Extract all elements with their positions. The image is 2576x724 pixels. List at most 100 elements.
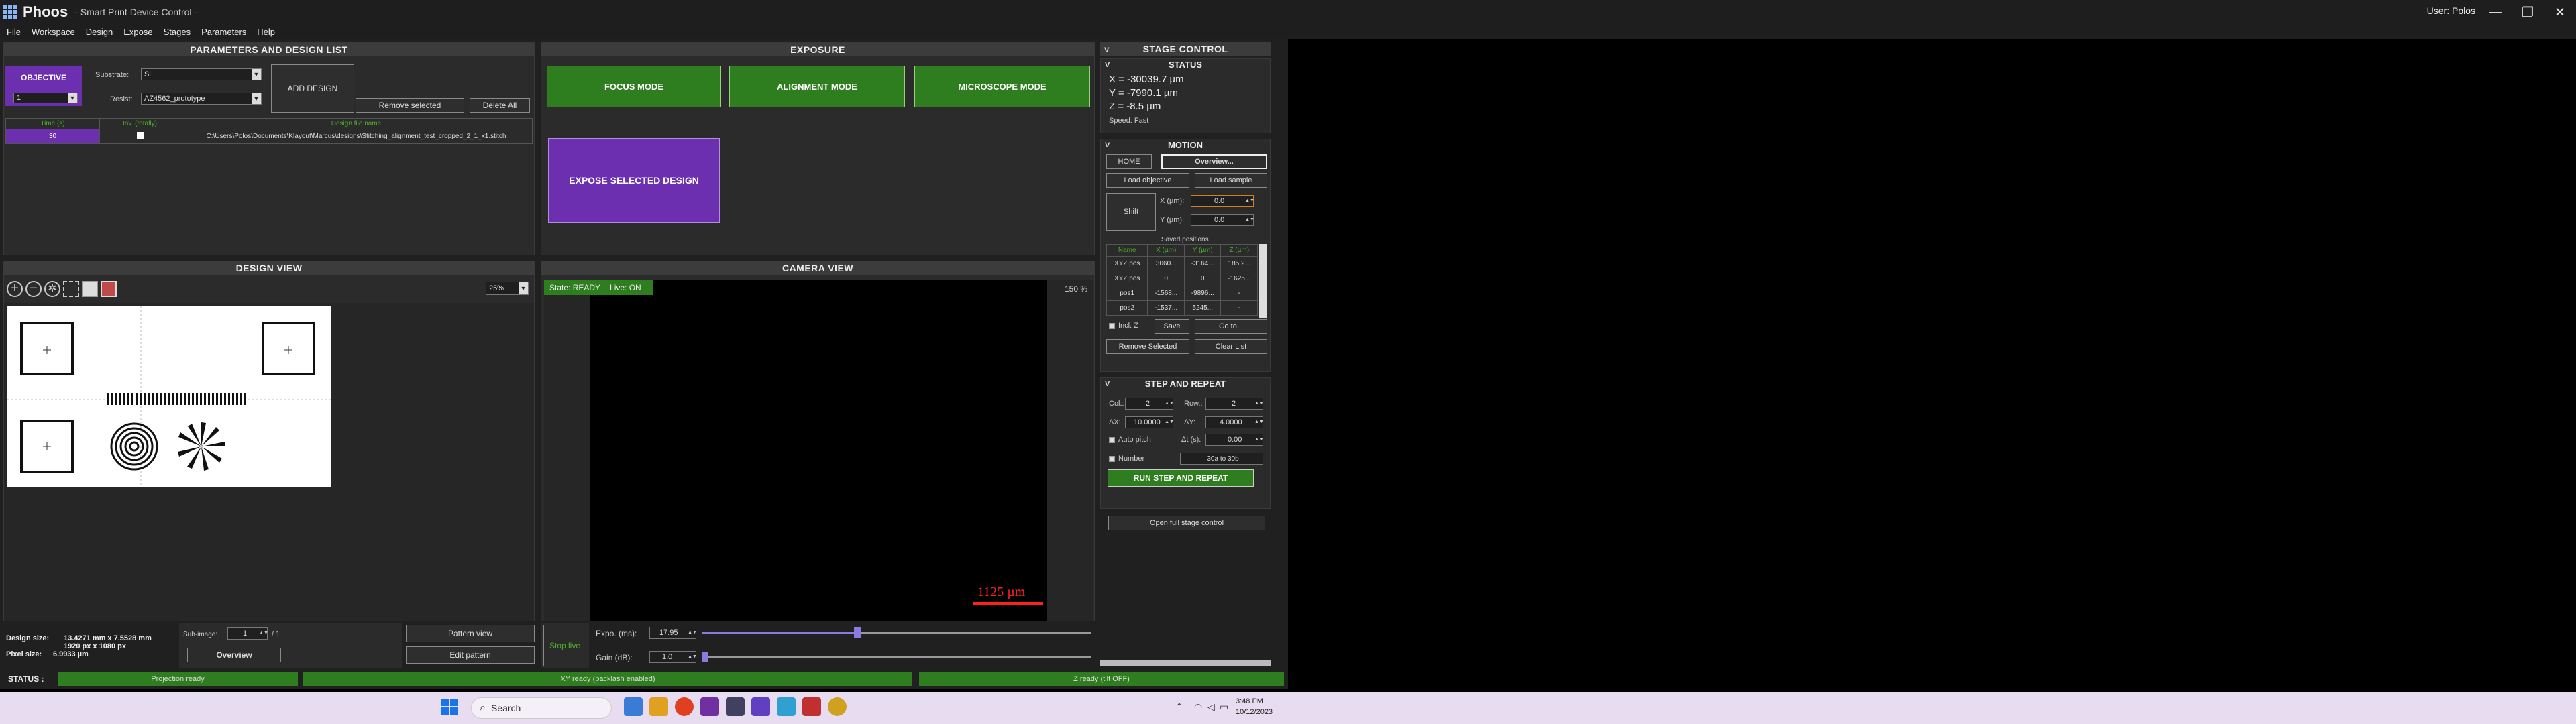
stage-scrollbar[interactable]: [1100, 660, 1271, 666]
resist-select[interactable]: AZ4562_prototype ▼: [141, 93, 262, 105]
save-icon[interactable]: [82, 281, 98, 297]
shift-y-input[interactable]: 0.0 ▲▼: [1191, 214, 1254, 226]
menu-stages[interactable]: Stages: [164, 27, 191, 37]
menu-help[interactable]: Help: [257, 27, 275, 37]
row-time[interactable]: 30: [5, 129, 100, 144]
collapse-chevron-icon[interactable]: V: [1105, 139, 1110, 152]
camera-feed[interactable]: [590, 280, 1047, 621]
phoos-taskbar-icon[interactable]: [726, 697, 745, 716]
spin-arrows-icon[interactable]: ▲▼: [688, 652, 697, 662]
design-zoom-select[interactable]: 25% ▼: [486, 282, 529, 295]
spin-arrows-icon[interactable]: ▲▼: [1245, 215, 1254, 225]
spin-arrows-icon[interactable]: ▲▼: [1254, 434, 1264, 445]
tool-icon[interactable]: [777, 697, 796, 716]
spin-arrows-icon[interactable]: ▲▼: [1254, 398, 1264, 409]
overview-button[interactable]: Overview: [187, 648, 281, 662]
zoom-out-icon[interactable]: −: [25, 281, 42, 297]
incl-z-checkbox[interactable]: [1109, 323, 1115, 329]
volume-icon[interactable]: ◁: [1208, 701, 1215, 713]
home-button[interactable]: HOME: [1106, 154, 1152, 169]
browser-icon[interactable]: [675, 697, 694, 716]
expose-selected-design-button[interactable]: EXPOSE SELECTED DESIGN: [548, 138, 720, 223]
select-region-icon[interactable]: [63, 281, 79, 297]
expo-input[interactable]: 17.95 ▲▼: [649, 627, 697, 639]
substrate-select[interactable]: Si ▼: [141, 68, 262, 80]
gain-input[interactable]: 1.0 ▲▼: [649, 651, 697, 663]
shift-x-input[interactable]: 0.0 ▲▼: [1191, 195, 1254, 207]
clock-date[interactable]: 10/12/2023: [1236, 708, 1273, 716]
wifi-icon[interactable]: ◠: [1194, 701, 1202, 713]
spin-arrows-icon[interactable]: ▲▼: [688, 627, 697, 638]
objective-button[interactable]: OBJECTIVE: [5, 66, 82, 90]
subimage-input[interactable]: 1 ▲▼: [227, 627, 268, 640]
spin-arrows-icon[interactable]: ▲▼: [1245, 196, 1254, 206]
image-icon[interactable]: [101, 281, 117, 297]
open-full-stage-control-button[interactable]: Open full stage control: [1108, 516, 1265, 530]
dx-input[interactable]: 10.0000 ▲▼: [1125, 416, 1174, 428]
collapse-chevron-icon[interactable]: V: [1105, 378, 1110, 390]
goto-position-button[interactable]: Go to...: [1195, 319, 1267, 334]
microscope-mode-button[interactable]: MICROSCOPE MODE: [914, 66, 1090, 107]
load-objective-button[interactable]: Load objective: [1106, 173, 1189, 188]
tray-chevron-up-icon[interactable]: ⌃: [1175, 701, 1183, 713]
expo-slider-thumb[interactable]: [854, 627, 861, 638]
shift-button[interactable]: Shift: [1106, 193, 1156, 231]
table-row[interactable]: XYZ pos 3060... -3164... 185.2...: [1106, 256, 1258, 272]
spin-arrows-icon[interactable]: ▲▼: [259, 628, 268, 639]
menu-expose[interactable]: Expose: [123, 27, 152, 37]
table-row[interactable]: pos2 -1537... 5245... -: [1106, 300, 1258, 316]
clock-time[interactable]: 3:48 PM: [1236, 697, 1263, 705]
overview-stage-button[interactable]: Overview...: [1161, 154, 1267, 169]
save-position-button[interactable]: Save: [1155, 319, 1189, 334]
dy-input[interactable]: 4.0000 ▲▼: [1205, 416, 1264, 428]
row-file[interactable]: C:\Users\Polos\Documents\Klayout\Marcus\…: [180, 129, 533, 144]
edit-pattern-button[interactable]: Edit pattern: [406, 646, 535, 664]
focus-mode-button[interactable]: FOCUS MODE: [547, 66, 721, 107]
remove-selected-position-button[interactable]: Remove Selected: [1106, 339, 1189, 354]
table-row[interactable]: XYZ pos 0 0 -1625...: [1106, 271, 1258, 286]
auto-pitch-checkbox[interactable]: [1109, 437, 1115, 443]
saved-positions-scrollbar[interactable]: [1259, 244, 1267, 318]
dt-input[interactable]: 0.00 ▲▼: [1205, 434, 1264, 446]
task-view-icon[interactable]: [624, 697, 643, 716]
expo-slider-track[interactable]: [702, 627, 1091, 638]
alignment-mode-button[interactable]: ALIGNMENT MODE: [729, 66, 905, 107]
collapse-chevron-icon[interactable]: V: [1105, 59, 1110, 71]
col-input[interactable]: 2 ▲▼: [1125, 398, 1174, 410]
maximize-button[interactable]: ❐: [2512, 0, 2544, 24]
add-design-button[interactable]: ADD DESIGN: [271, 64, 354, 113]
file-explorer-icon[interactable]: [649, 697, 668, 716]
pattern-view-button[interactable]: Pattern view: [406, 625, 535, 642]
clear-list-button[interactable]: Clear List: [1195, 339, 1267, 354]
spin-arrows-icon[interactable]: ▲▼: [1165, 398, 1174, 409]
minimize-button[interactable]: —: [2479, 0, 2512, 24]
close-button[interactable]: ✕: [2544, 0, 2576, 24]
menu-parameters[interactable]: Parameters: [201, 27, 246, 37]
chrome-icon[interactable]: [828, 697, 847, 716]
inv-checkbox[interactable]: [136, 132, 144, 139]
battery-icon[interactable]: ▭: [1220, 701, 1228, 713]
row-inv[interactable]: [99, 129, 180, 144]
gain-slider-track[interactable]: [702, 652, 1091, 662]
objective-select[interactable]: 1 ▼: [13, 93, 78, 103]
menu-design[interactable]: Design: [86, 27, 113, 37]
gain-slider-thumb[interactable]: [702, 652, 708, 662]
app2-icon[interactable]: [802, 697, 821, 716]
number-checkbox[interactable]: [1109, 456, 1115, 462]
delete-all-button[interactable]: Delete All: [470, 98, 530, 113]
menu-workspace[interactable]: Workspace: [32, 27, 75, 37]
table-row[interactable]: pos1 -1568... -9896... -: [1106, 286, 1258, 301]
c-app-icon[interactable]: [751, 697, 770, 716]
zoom-in-icon[interactable]: +: [7, 281, 23, 297]
taskbar-search[interactable]: ⌕ Search: [471, 697, 612, 719]
design-canvas[interactable]: [4, 303, 534, 621]
zoom-fit-icon[interactable]: ✲: [44, 281, 60, 297]
menu-file[interactable]: File: [7, 27, 21, 37]
table-row[interactable]: 30 C:\Users\Polos\Documents\Klayout\Marc…: [5, 129, 533, 144]
app-icon[interactable]: [700, 697, 719, 716]
run-step-repeat-button[interactable]: RUN STEP AND REPEAT: [1108, 469, 1254, 487]
number-input[interactable]: 30a to 30b: [1180, 452, 1263, 465]
windows-start-icon[interactable]: [441, 699, 458, 715]
row-input[interactable]: 2 ▲▼: [1205, 398, 1264, 410]
spin-arrows-icon[interactable]: ▲▼: [1254, 417, 1264, 428]
